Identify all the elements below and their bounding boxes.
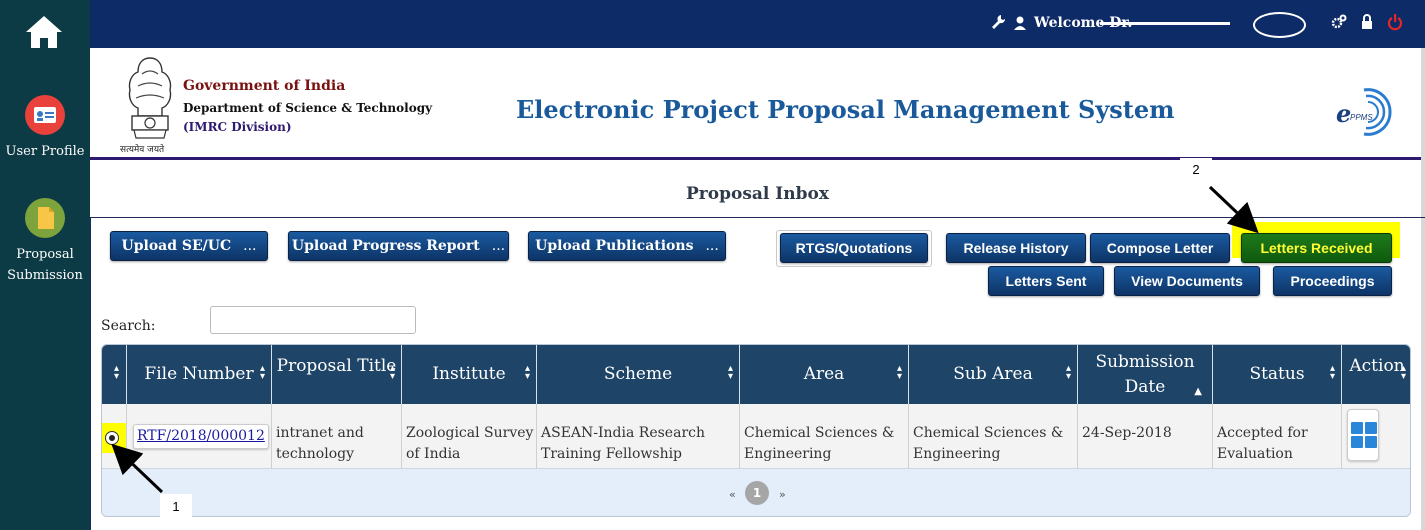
top-bar: Welcome Dr. <box>90 0 1425 48</box>
page-title: Proposal Inbox <box>686 184 829 204</box>
power-icon[interactable] <box>1387 14 1403 35</box>
column-header-file-number[interactable]: File Number ▴ ▾ <box>127 345 272 404</box>
search-label: Search: <box>101 318 156 334</box>
column-header-sub-area[interactable]: Sub Area ▴ ▾ <box>909 345 1078 404</box>
annotation-marker-1: 1 <box>160 494 192 520</box>
wrench-icon[interactable] <box>991 14 1006 34</box>
status-cell: Accepted for Evaluation <box>1213 404 1342 469</box>
column-header-institute[interactable]: Institute ▴ ▾ <box>402 345 537 404</box>
sort-icon: ▴ ▾ <box>113 363 119 382</box>
proposal-title-cell: intranet and technology <box>272 404 402 469</box>
sidebar-item-user-profile[interactable]: User Profile <box>0 95 90 162</box>
release-history-button[interactable]: Release History <box>946 233 1086 263</box>
column-header-area[interactable]: Area ▴ ▾ <box>740 345 909 404</box>
department-name: Department of Science & Technology <box>183 101 433 115</box>
upload-progress-report-button[interactable]: Upload Progress Report... <box>288 231 509 261</box>
pagination: « 1 » <box>102 470 1410 516</box>
sidebar-item-label: User Profile <box>5 144 85 159</box>
scheme-cell: ASEAN-India Research Training Fellowship <box>537 404 740 469</box>
sort-icon: ▴ ▾ <box>389 363 395 382</box>
pagination-current-page[interactable]: 1 <box>745 481 769 505</box>
submission-date-cell: 24-Sep-2018 <box>1078 404 1213 469</box>
sidebar-item-proposal-submission[interactable]: Proposal Submission <box>0 198 90 286</box>
action-menu-button[interactable] <box>1347 409 1379 461</box>
column-header-scheme[interactable]: Scheme ▴ ▾ <box>537 345 740 404</box>
redacted-username <box>1100 22 1230 25</box>
system-title: Electronic Project Proposal Management S… <box>516 95 1175 124</box>
svg-text:e: e <box>1336 99 1351 128</box>
sort-icon: ▴ ▾ <box>524 363 530 382</box>
lock-icon[interactable] <box>1361 14 1373 34</box>
column-header-submission-date[interactable]: Submission Date ▲ <box>1078 345 1213 404</box>
search-input[interactable] <box>210 306 416 334</box>
motto-text: सत्यमेव जयते <box>120 145 165 155</box>
column-header-proposal-title[interactable]: Proposal Title ▴ ▾ <box>272 345 402 404</box>
sidebar: User Profile Proposal Submission <box>0 0 90 530</box>
sort-icon: ▴ ▾ <box>1329 363 1335 382</box>
document-icon <box>25 198 65 238</box>
upload-se-uc-button[interactable]: Upload SE/UC... <box>110 231 268 261</box>
page-scrollbar[interactable] <box>1421 48 1425 530</box>
id-card-icon <box>25 95 65 135</box>
column-header-status[interactable]: Status ▴ ▾ <box>1213 345 1342 404</box>
user-icon <box>1014 14 1026 34</box>
area-cell: Chemical Sciences & Engineering <box>740 404 909 469</box>
file-number-cell: RTF/2018/000012 <box>127 404 272 469</box>
sort-icon: ▴ ▾ <box>259 363 265 382</box>
pagination-prev[interactable]: « <box>729 488 736 501</box>
proposal-table: ▴ ▾ File Number ▴ ▾ Proposal Title ▴ ▾ Instit… <box>101 344 1411 517</box>
sort-icon: ▴ ▾ <box>727 363 733 382</box>
user-menu-toggle[interactable] <box>1253 12 1306 38</box>
letters-sent-button[interactable]: Letters Sent <box>988 266 1104 296</box>
action-cell <box>1342 404 1410 469</box>
sub-area-cell: Chemical Sciences & Engineering <box>909 404 1078 469</box>
file-number-link[interactable]: RTF/2018/000012 <box>133 424 269 449</box>
pagination-next[interactable]: » <box>779 488 786 501</box>
row-select-radio[interactable] <box>105 431 119 445</box>
divider <box>90 217 1425 218</box>
table-header: ▴ ▾ File Number ▴ ▾ Proposal Title ▴ ▾ Instit… <box>102 345 1410 404</box>
logo-text: PPMS <box>1350 113 1373 122</box>
column-header-action[interactable]: Action ▴ ▾ <box>1342 345 1410 404</box>
letters-received-button[interactable]: Letters Received <box>1241 233 1392 263</box>
sidebar-item-label: Proposal Submission <box>7 247 83 283</box>
compose-letter-button[interactable]: Compose Letter <box>1090 233 1230 263</box>
table-row[interactable]: RTF/2018/000012 intranet and technology … <box>102 404 1410 469</box>
sort-icon: ▴ ▾ <box>1065 363 1071 382</box>
divider <box>90 218 91 530</box>
sort-icon: ▴ ▾ <box>1400 363 1406 382</box>
gears-icon[interactable] <box>1331 14 1347 34</box>
upload-publications-button[interactable]: Upload Publications... <box>528 231 726 261</box>
home-icon[interactable] <box>24 14 64 50</box>
proceedings-button[interactable]: Proceedings <box>1273 266 1392 296</box>
epms-logo: e PPMS <box>1336 88 1392 136</box>
select-cell <box>102 404 127 469</box>
select-column-header[interactable]: ▴ ▾ <box>102 345 127 404</box>
rtgs-quotations-button[interactable]: RTGS/Quotations <box>780 233 928 263</box>
view-documents-button[interactable]: View Documents <box>1114 266 1260 296</box>
institute-cell: Zoological Survey of India <box>402 404 537 469</box>
division-name: (IMRC Division) <box>183 120 292 134</box>
org-name: Government of India <box>183 78 346 94</box>
annotation-marker-2: 2 <box>1180 158 1212 182</box>
sort-icon: ▴ ▾ <box>896 363 902 382</box>
page-header: Government of India Department of Scienc… <box>90 48 1425 160</box>
sort-ascending-icon: ▲ <box>1194 386 1202 397</box>
